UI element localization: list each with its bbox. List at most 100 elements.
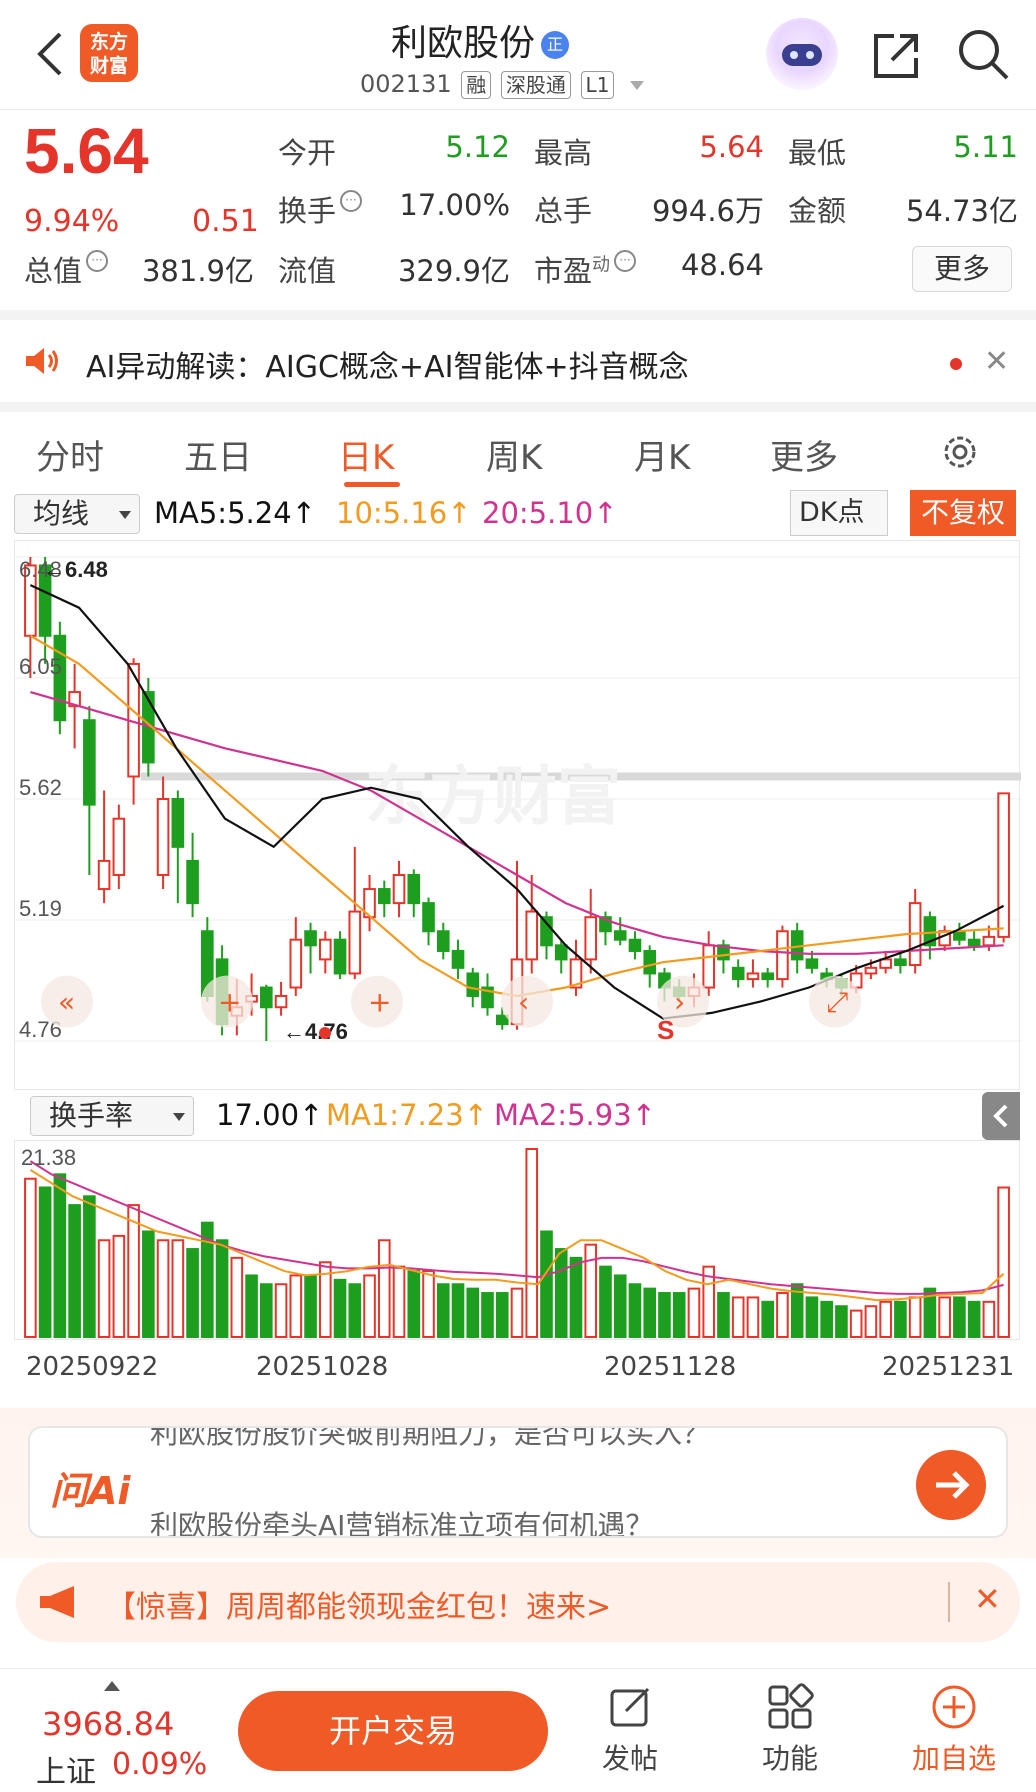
nav-add-watchlist[interactable]: 加自选 <box>904 1683 1004 1777</box>
low-marker: ←4.76 <box>283 1019 348 1044</box>
close-icon[interactable]: ✕ <box>984 344 1009 379</box>
turnover-bar <box>613 1274 627 1338</box>
open-account-trade-button[interactable]: 开户交易 <box>238 1691 548 1771</box>
tab-more[interactable]: 更多 <box>770 430 838 479</box>
candle-body <box>436 930 450 952</box>
turnover-selector[interactable]: 换手率 <box>30 1096 194 1136</box>
info-icon[interactable]: ··· <box>614 250 637 272</box>
tab-five-day[interactable]: 五日 <box>184 430 252 479</box>
ask-go-button[interactable] <box>916 1450 986 1520</box>
ma-indicator-row: 均线 MA5:5.24↑ 10:5.16↑ 20:5.10↑ DK点 不复权 <box>0 490 1036 540</box>
back-arrow-icon[interactable] <box>28 26 72 82</box>
no-adjust-button[interactable]: 不复权 <box>910 490 1016 536</box>
kline-chart[interactable]: 东方财富 6.48 6.05 5.62 5.19 4.76 ←6.48 ←4.76 «+ + ‹ ›… <box>14 540 1021 1090</box>
candle-body <box>112 817 126 876</box>
date-label: 20251028 <box>256 1352 389 1382</box>
candle-body <box>731 966 745 981</box>
tab-monthly-k[interactable]: 月K <box>634 430 690 479</box>
tab-daily-k[interactable]: 日K <box>338 430 394 479</box>
ai-qa-section: 问Ai 利欧股份股价突破前期阻力，是否可以买入？ 利欧股份牵头AI营销标准立项有… <box>0 1408 1036 1558</box>
turnover-bar <box>377 1239 391 1338</box>
unread-dot <box>950 358 962 370</box>
stat-amount: 金额 54.73亿 <box>788 188 1018 230</box>
candle-body <box>97 859 111 891</box>
turnover-bar <box>717 1292 730 1338</box>
turnover-bar <box>658 1292 671 1338</box>
collapse-panel-button[interactable] <box>982 1092 1020 1140</box>
margin-tag: 融 <box>461 71 492 99</box>
arrow-right-icon <box>936 1471 970 1499</box>
turnover-bar <box>908 1296 922 1339</box>
candle-body <box>318 938 332 961</box>
candle-body <box>894 958 907 967</box>
turnover-bar <box>997 1186 1010 1339</box>
turnover-svg: 21.38 <box>21 1145 1010 1339</box>
ai-interpretation-text: AI异动解读：AIGC概念+AI智能体+抖音概念 <box>86 350 689 385</box>
turnover-bar <box>967 1300 981 1338</box>
period-tabs: 分时 五日 日K 周K 月K 更多 <box>0 402 1036 490</box>
dk-point-button[interactable]: DK点 <box>790 490 888 536</box>
share-icon[interactable] <box>870 28 924 82</box>
change-percent: 9.94% <box>24 204 120 239</box>
turnover-indicator-row: 换手率 17.00↑ MA1:7.23↑ MA2:5.93↑ <box>0 1092 1036 1142</box>
search-icon[interactable] <box>955 26 1011 82</box>
turnover-bar <box>849 1309 863 1339</box>
turnover-bar <box>260 1283 273 1339</box>
info-icon[interactable]: ··· <box>340 190 363 212</box>
ai-question-prev[interactable]: 利欧股份股价突破前期阻力，是否可以买入？ <box>150 1428 710 1452</box>
index-value[interactable]: 3968.84 <box>42 1705 174 1743</box>
turnover-bar <box>97 1239 111 1338</box>
candle-body <box>776 930 789 981</box>
stat-open-value: 5.12 <box>445 130 510 164</box>
app-logo: 东方财富 <box>80 24 138 82</box>
level-tag[interactable]: L1 <box>580 71 615 99</box>
turnover-selector-label: 换手率 <box>49 1099 134 1132</box>
gear-icon[interactable] <box>938 430 982 474</box>
stat-low-value: 5.11 <box>953 130 1018 164</box>
chevron-left-icon <box>993 1104 1008 1128</box>
chevron-down-icon <box>119 511 131 519</box>
turnover-bar <box>776 1292 789 1338</box>
stat-low-label: 最低 <box>788 136 847 170</box>
chart-control-icon: › <box>674 986 685 1019</box>
turnover-bar <box>731 1296 745 1339</box>
divider <box>948 1582 950 1622</box>
promo-banner[interactable]: 【惊喜】周周都能领现金红包！速来> ✕ <box>16 1562 1020 1642</box>
index-change[interactable]: 0.09% <box>112 1747 207 1782</box>
turnover-chart[interactable]: 21.38 <box>14 1140 1020 1340</box>
info-icon[interactable]: ··· <box>86 250 109 272</box>
speaker-icon <box>26 348 58 374</box>
nav-functions[interactable]: 功能 <box>740 1683 840 1777</box>
turnover-bar <box>628 1283 642 1339</box>
ma-selector[interactable]: 均线 <box>14 494 140 534</box>
add-circle-icon <box>932 1685 976 1729</box>
ai-interpretation-bar[interactable]: AI异动解读：AIGC概念+AI智能体+抖音概念 ✕ <box>0 310 1036 402</box>
ai-assistant-avatar[interactable] <box>766 18 838 90</box>
turnover-bar <box>495 1292 509 1338</box>
more-stats-button[interactable]: 更多 <box>912 246 1012 292</box>
chevron-down-icon <box>173 1113 185 1121</box>
ai-question-box[interactable]: 问Ai 利欧股份股价突破前期阻力，是否可以买入？ 利欧股份牵头AI营销标准立项有… <box>28 1426 1008 1538</box>
turnover-bar <box>230 1256 244 1338</box>
candle-body <box>953 930 966 941</box>
turnover-bar <box>451 1283 465 1339</box>
turnover-bar <box>289 1274 303 1338</box>
turnover-bar <box>761 1300 774 1338</box>
watermark-text: 东方财富 <box>365 761 621 835</box>
chart-control-icon: + <box>368 986 391 1019</box>
turnover-bar <box>938 1296 951 1339</box>
tab-intraday[interactable]: 分时 <box>36 430 104 479</box>
stat-high: 最高 5.64 <box>534 130 764 172</box>
chevron-down-icon[interactable] <box>630 80 645 90</box>
nav-post[interactable]: 发帖 <box>580 1683 680 1777</box>
stat-float-value: 329.9亿 <box>397 254 510 288</box>
stock-title: 利欧股份正 <box>340 14 620 66</box>
close-icon[interactable]: ✕ <box>974 1580 1001 1618</box>
candle-body <box>407 873 421 905</box>
connect-tag: 深股通 <box>500 71 571 99</box>
ai-question-current[interactable]: 利欧股份牵头AI营销标准立项有何机遇？ <box>150 1504 653 1536</box>
index-name[interactable]: 上证 <box>36 1747 96 1791</box>
stat-high-label: 最高 <box>534 136 593 170</box>
tab-weekly-k[interactable]: 周K <box>486 430 542 479</box>
dk-point-label: DK点 <box>799 497 865 528</box>
